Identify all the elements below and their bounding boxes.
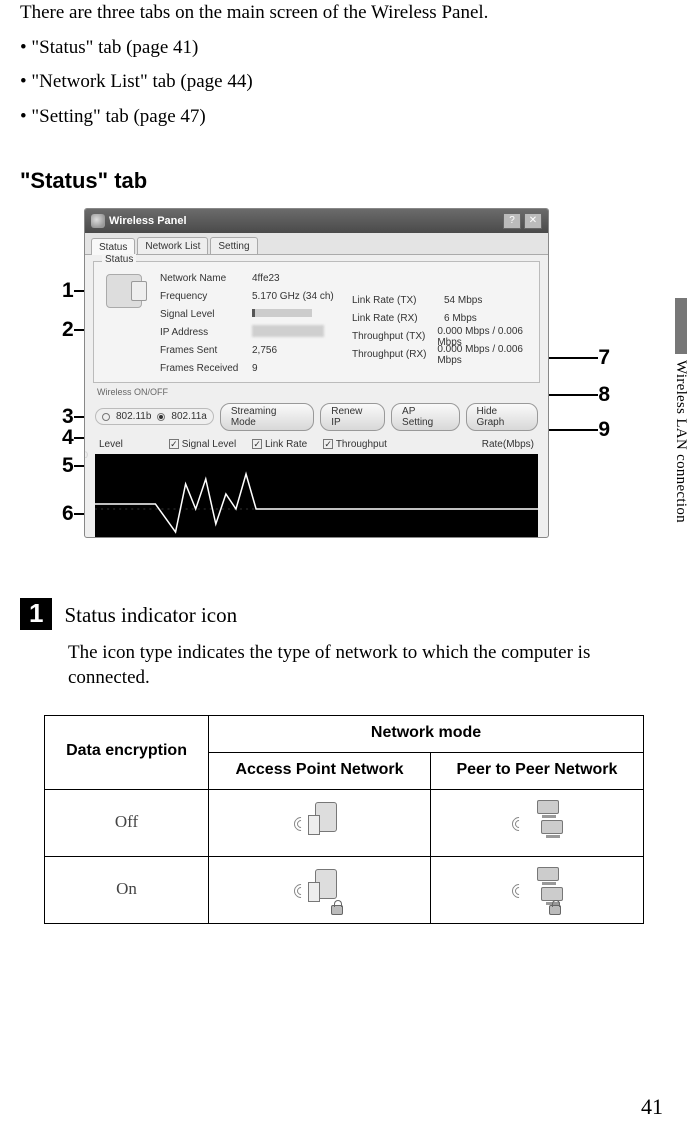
kv-value: 6 Mbps [444,313,477,324]
table-header-ap: Access Point Network [209,752,431,789]
table-header-mode: Network mode [209,715,644,752]
radio-80211b[interactable] [102,413,110,421]
graph-left-axis-label: Level [99,439,123,450]
p2p-off-icon [509,798,565,846]
renew-ip-button[interactable]: Renew IP [320,403,385,431]
table-cell [430,856,643,923]
kv-label: Link Rate (RX) [352,313,444,324]
kv-label: Network Name [160,273,252,284]
callout-9: 9 [598,418,610,442]
checkbox-label: Throughput [336,439,387,450]
checkbox-label: Signal Level [182,439,236,450]
graph-right-axis-label: Rate(Mbps) [482,439,534,450]
callout-4: 4 [62,426,74,450]
step-description: The icon type indicates the type of netw… [68,640,647,691]
bullet-item: "Setting" tab (page 47) [20,105,647,130]
tab-network-list[interactable]: Network List [137,237,208,254]
streaming-mode-button[interactable]: Streaming Mode [220,403,314,431]
step-title: Status indicator icon [64,603,237,628]
table-header-p2p: Peer to Peer Network [430,752,643,789]
kv-label: Throughput (RX) [352,349,437,360]
table-cell [209,856,431,923]
leader-line [548,357,598,359]
table-header-encryption: Data encryption [45,715,209,789]
p2p-on-icon [509,865,565,913]
ap-on-icon [291,865,347,913]
table-cell [430,789,643,856]
kv-value: 54 Mbps [444,295,482,306]
wireless-onoff-label: Wireless ON/OFF [85,387,548,397]
kv-value: 2,756 [252,345,277,356]
tab-bar: Status Network List Setting [85,233,548,255]
callout-2: 2 [62,318,74,342]
intro-text: There are three tabs on the main screen … [20,0,647,26]
kv-value: 9 [252,363,258,374]
kv-value: 5.170 GHz (34 ch) [252,291,334,302]
kv-value: 0.000 Mbps / 0.006 Mbps [437,344,542,366]
y-tick: 100 [84,450,88,460]
kv-label: IP Address [160,327,252,338]
ap-off-icon [291,798,347,846]
checkbox-throughput[interactable]: ✓ [323,439,333,449]
kv-label: Signal Level [160,309,252,320]
tab-status[interactable]: Status [91,238,135,255]
wireless-panel-window: Wireless Panel ? ✕ Status Network List S… [84,208,549,538]
callout-7: 7 [598,346,610,370]
kv-label: Link Rate (TX) [352,295,444,306]
kv-label: Frames Sent [160,345,252,356]
status-indicator-icon [106,274,142,308]
chapter-side-tab-label: Wireless LAN connection [672,360,687,523]
signal-graph: 100 50 54 36 18 [95,454,538,538]
callout-6: 6 [62,502,74,526]
close-button[interactable]: ✕ [524,213,542,229]
wireless-mode-radio-group: 802.11b 802.11a [95,408,214,425]
checkbox-label: Link Rate [265,439,307,450]
status-tab-heading: "Status" tab [20,168,647,194]
ap-setting-button[interactable]: AP Setting [391,403,459,431]
status-tab-figure: 1 2 3 4 5 6 7 8 9 Wireless Panel ? ✕ [62,208,592,558]
network-mode-icon-table: Data encryption Network mode Access Poin… [44,715,644,924]
callout-5: 5 [62,454,74,478]
step-number-badge: 1 [20,598,52,630]
help-button[interactable]: ? [503,213,521,229]
chapter-side-tab: Wireless LAN connection [663,298,687,558]
table-row-off: Off [45,789,209,856]
table-cell [209,789,431,856]
bullet-item: "Network List" tab (page 44) [20,70,647,95]
radio-80211a[interactable] [157,413,165,421]
kv-label: Frequency [160,291,252,302]
kv-label: Frames Received [160,363,252,374]
app-icon [91,214,105,228]
checkbox-signal-level[interactable]: ✓ [169,439,179,449]
checkbox-link-rate[interactable]: ✓ [252,439,262,449]
hide-graph-button[interactable]: Hide Graph [466,403,538,431]
ip-address-value [252,325,324,340]
bullet-item: "Status" tab (page 41) [20,36,647,61]
status-group-label: Status [102,254,136,265]
radio-label: 802.11b [116,411,151,422]
signal-level-bar [252,309,312,320]
kv-label: Throughput (TX) [352,331,437,342]
page-number: 41 [641,1094,663,1120]
callout-8: 8 [598,383,610,407]
radio-label: 802.11a [171,411,206,422]
tab-setting[interactable]: Setting [210,237,257,254]
table-row-on: On [45,856,209,923]
titlebar: Wireless Panel ? ✕ [85,209,548,233]
tab-bullet-list: "Status" tab (page 41) "Network List" ta… [20,36,647,130]
kv-value: 4ffe23 [252,273,280,284]
callout-1: 1 [62,279,74,303]
window-title: Wireless Panel [109,215,187,227]
status-group: Status Network Name4ffe23 Frequency5.170… [93,261,540,383]
